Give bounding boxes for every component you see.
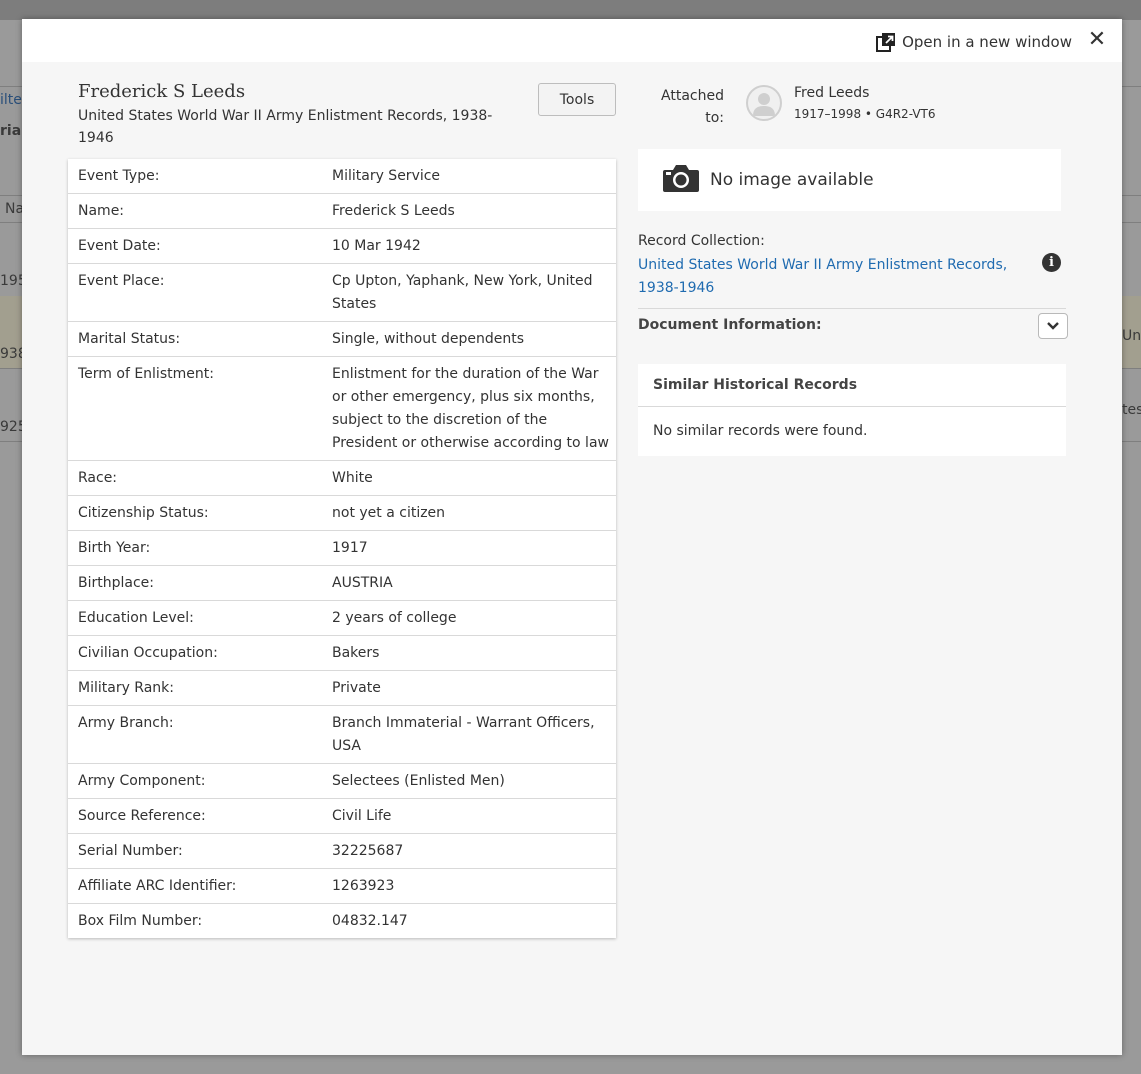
section-divider	[638, 308, 1066, 309]
detail-value: 2 years of college	[332, 610, 457, 626]
detail-value: Private	[332, 680, 381, 696]
no-image-text: No image available	[710, 170, 874, 190]
detail-value: Bakers	[332, 645, 380, 661]
detail-row: Event Place: Cp Upton, Yaphank, New York,…	[68, 263, 616, 321]
detail-value: Selectees (Enlisted Men)	[332, 773, 505, 789]
open-new-window-label: Open in a new window	[902, 33, 1072, 51]
attached-person-name[interactable]: Fred Leeds	[794, 85, 869, 101]
detail-row: Army Branch: Branch Immaterial - Warrant …	[68, 705, 616, 763]
detail-value: White	[332, 470, 373, 486]
person-silhouette-icon	[753, 93, 775, 116]
detail-value: Military Service	[332, 168, 441, 184]
detail-value: not yet a citizen	[332, 505, 446, 521]
detail-value: Single, without dependents	[332, 331, 525, 347]
detail-value: 10 Mar 1942	[332, 238, 421, 254]
info-icon[interactable]: i	[1042, 253, 1061, 272]
detail-value: 1263923	[332, 878, 395, 894]
background-text: tes	[1122, 402, 1141, 418]
tools-button[interactable]: Tools	[538, 83, 616, 116]
open-new-window-link[interactable]: Open in a new window	[876, 31, 1072, 53]
detail-row: Birthplace: AUSTRIA	[68, 565, 616, 600]
detail-label: Military Rank:	[78, 680, 175, 696]
no-image-panel: No image available	[638, 149, 1061, 211]
detail-label: Education Level:	[78, 610, 194, 626]
detail-row: Birth Year: 1917	[68, 530, 616, 565]
background-header-bar	[0, 0, 1141, 20]
person-name: Frederick S Leeds	[78, 81, 246, 102]
detail-row: Affiliate ARC Identifier: 1263923	[68, 868, 616, 903]
detail-row: Term of Enlistment: Enlistment for the du…	[68, 356, 616, 460]
detail-value: Enlistment for the duration of the War o…	[332, 366, 609, 451]
detail-label: Event Date:	[78, 238, 161, 254]
detail-label: Serial Number:	[78, 843, 183, 859]
record-details-table: Event Type: Military Service Name: Frederic…	[68, 159, 616, 938]
similar-records-empty: No similar records were found.	[653, 423, 868, 439]
detail-row: Civilian Occupation: Bakers	[68, 635, 616, 670]
attached-to-label: Attached to:	[661, 88, 724, 126]
detail-row: Military Rank: Private	[68, 670, 616, 705]
open-new-window-icon	[876, 32, 896, 52]
close-icon: ✕	[1087, 27, 1107, 52]
modal-header: Open in a new window ✕	[22, 19, 1122, 62]
detail-label: Race:	[78, 470, 118, 486]
detail-value: Frederick S Leeds	[332, 203, 455, 219]
record-modal: Open in a new window ✕ Frederick S Leeds…	[22, 19, 1122, 1055]
detail-row: Army Component: Selectees (Enlisted Men)	[68, 763, 616, 798]
person-avatar[interactable]	[746, 85, 782, 121]
close-button[interactable]: ✕	[1086, 28, 1108, 52]
document-information-toggle[interactable]	[1038, 313, 1068, 339]
detail-row: Race: White	[68, 460, 616, 495]
detail-value: 1917	[332, 540, 368, 556]
detail-value: 32225687	[332, 843, 404, 859]
attached-person-meta: 1917–1998 • G4R2-VT6	[794, 107, 936, 121]
record-collection-label: Record Collection:	[638, 233, 765, 249]
detail-label: Name:	[78, 203, 125, 219]
detail-label: Term of Enlistment:	[78, 366, 214, 382]
detail-value: Branch Immaterial - Warrant Officers, US…	[332, 715, 595, 754]
detail-label: Source Reference:	[78, 808, 206, 824]
detail-row: Name: Frederick S Leeds	[68, 193, 616, 228]
detail-label: Box Film Number:	[78, 913, 203, 929]
detail-label: Army Component:	[78, 773, 206, 789]
detail-label: Marital Status:	[78, 331, 181, 347]
detail-label: Affiliate ARC Identifier:	[78, 878, 237, 894]
detail-label: Birthplace:	[78, 575, 154, 591]
detail-label: Army Branch:	[78, 715, 174, 731]
collection-title: United States World War II Army Enlistme…	[78, 108, 493, 146]
background-text: ria	[0, 123, 22, 139]
document-information-label: Document Information:	[638, 317, 822, 333]
detail-value: 04832.147	[332, 913, 408, 929]
camera-icon	[662, 163, 700, 197]
detail-value: AUSTRIA	[332, 575, 393, 591]
detail-row: Citizenship Status: not yet a citizen	[68, 495, 616, 530]
background-text: ilte	[0, 92, 22, 108]
detail-row: Serial Number: 32225687	[68, 833, 616, 868]
detail-label: Event Type:	[78, 168, 160, 184]
background-text: Unit	[1122, 328, 1141, 344]
detail-row: Box Film Number: 04832.147	[68, 903, 616, 938]
detail-label: Event Place:	[78, 273, 165, 289]
detail-value: Civil Life	[332, 808, 392, 824]
similar-records-title: Similar Historical Records	[638, 364, 1066, 407]
detail-label: Birth Year:	[78, 540, 151, 556]
detail-label: Civilian Occupation:	[78, 645, 218, 661]
detail-row: Education Level: 2 years of college	[68, 600, 616, 635]
detail-value: Cp Upton, Yaphank, New York, United Stat…	[332, 273, 593, 312]
record-collection-link[interactable]: United States World War II Army Enlistme…	[638, 254, 1028, 300]
detail-label: Citizenship Status:	[78, 505, 209, 521]
detail-row: Event Type: Military Service	[68, 159, 616, 193]
similar-records-panel: Similar Historical Records No similar re…	[638, 364, 1066, 456]
detail-row: Event Date: 10 Mar 1942	[68, 228, 616, 263]
detail-row: Source Reference: Civil Life	[68, 798, 616, 833]
detail-row: Marital Status: Single, without dependent…	[68, 321, 616, 356]
chevron-down-icon	[1047, 322, 1059, 330]
